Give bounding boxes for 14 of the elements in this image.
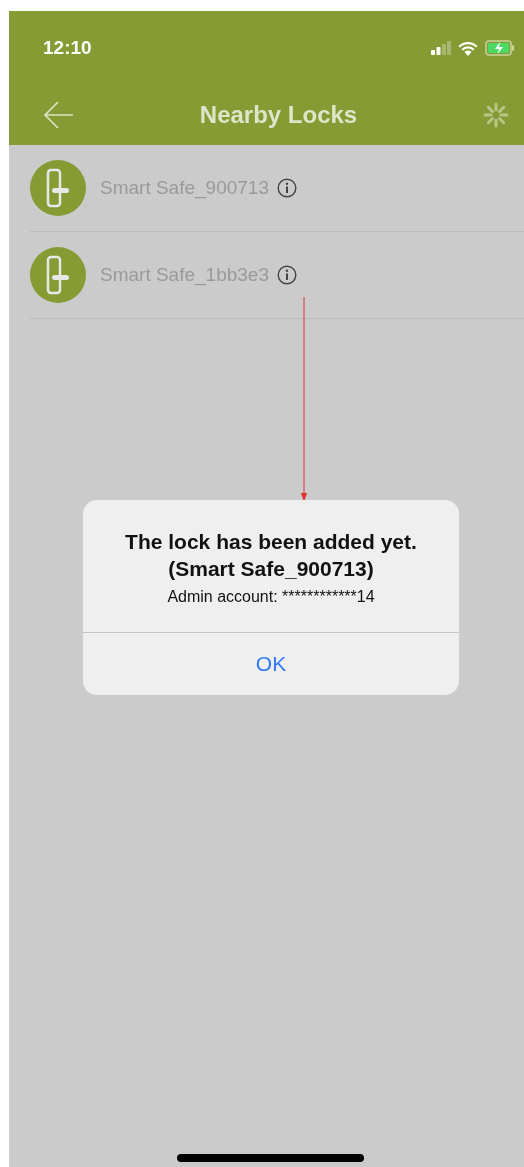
door-lock-icon	[46, 168, 70, 208]
door-lock-icon	[46, 255, 70, 295]
ok-button[interactable]: OK	[83, 633, 459, 695]
info-icon[interactable]	[277, 178, 297, 198]
dialog-subtitle: (Smart Safe_900713)	[168, 556, 374, 582]
status-time: 12:10	[43, 37, 92, 59]
battery-icon	[485, 40, 515, 56]
loading-spinner-icon	[482, 101, 510, 129]
signal-icon	[431, 41, 451, 55]
screen-title: Nearby Locks	[199, 101, 358, 129]
wifi-icon	[458, 40, 478, 56]
info-icon[interactable]	[277, 265, 297, 285]
dialog-title: The lock has been added yet.	[125, 529, 417, 555]
dialog-message: Admin account: ************14	[167, 588, 375, 606]
